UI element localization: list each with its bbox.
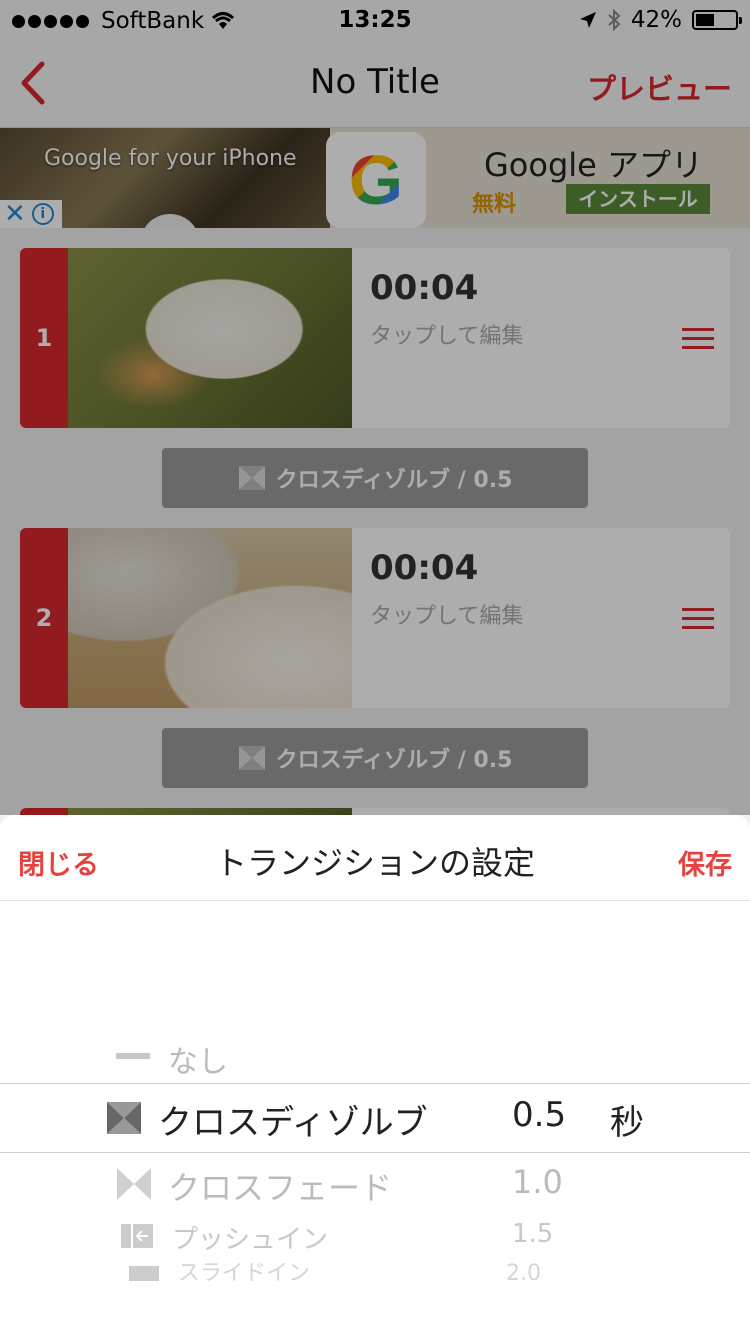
picker-row[interactable]: スライドイン 2.0 bbox=[0, 1263, 750, 1281]
cross-dissolve-icon bbox=[107, 1102, 141, 1134]
dash-icon bbox=[116, 1053, 150, 1059]
sheet-title: トランジションの設定 bbox=[214, 844, 535, 882]
picker-type-label: なし bbox=[168, 1045, 228, 1080]
transition-settings-sheet: 閉じる トランジションの設定 保存 なし クロスディゾルブ 0.5 秒 クロスフ… bbox=[0, 815, 750, 1334]
picker-unit: 秒 bbox=[610, 1103, 644, 1143]
push-in-icon bbox=[121, 1224, 153, 1248]
picker-duration-value: 1.5 bbox=[512, 1219, 554, 1249]
picker-duration-value: 2.0 bbox=[506, 1263, 541, 1281]
save-button[interactable]: 保存 bbox=[678, 843, 732, 882]
picker-row[interactable]: プッシュイン 1.5 bbox=[0, 1219, 750, 1255]
sheet-header: 閉じる トランジションの設定 保存 bbox=[0, 815, 750, 901]
picker-type-label: スライドイン bbox=[178, 1263, 311, 1281]
picker-row-selected[interactable]: クロスディゾルブ 0.5 秒 bbox=[0, 1095, 750, 1145]
picker-type-label: プッシュイン bbox=[172, 1225, 329, 1255]
picker-duration-value: 0.5 bbox=[512, 1095, 567, 1135]
slide-in-icon bbox=[129, 1266, 159, 1281]
cross-fade-icon bbox=[117, 1168, 151, 1200]
picker-row[interactable]: クロスフェード 1.0 bbox=[0, 1163, 750, 1207]
picker-row[interactable]: なし bbox=[0, 1037, 750, 1080]
dim-overlay[interactable] bbox=[0, 0, 750, 815]
picker-duration-value: 1.0 bbox=[512, 1163, 563, 1201]
picker-type-label: クロスディゾルブ bbox=[158, 1103, 428, 1143]
picker-type-label: クロスフェード bbox=[168, 1169, 393, 1207]
